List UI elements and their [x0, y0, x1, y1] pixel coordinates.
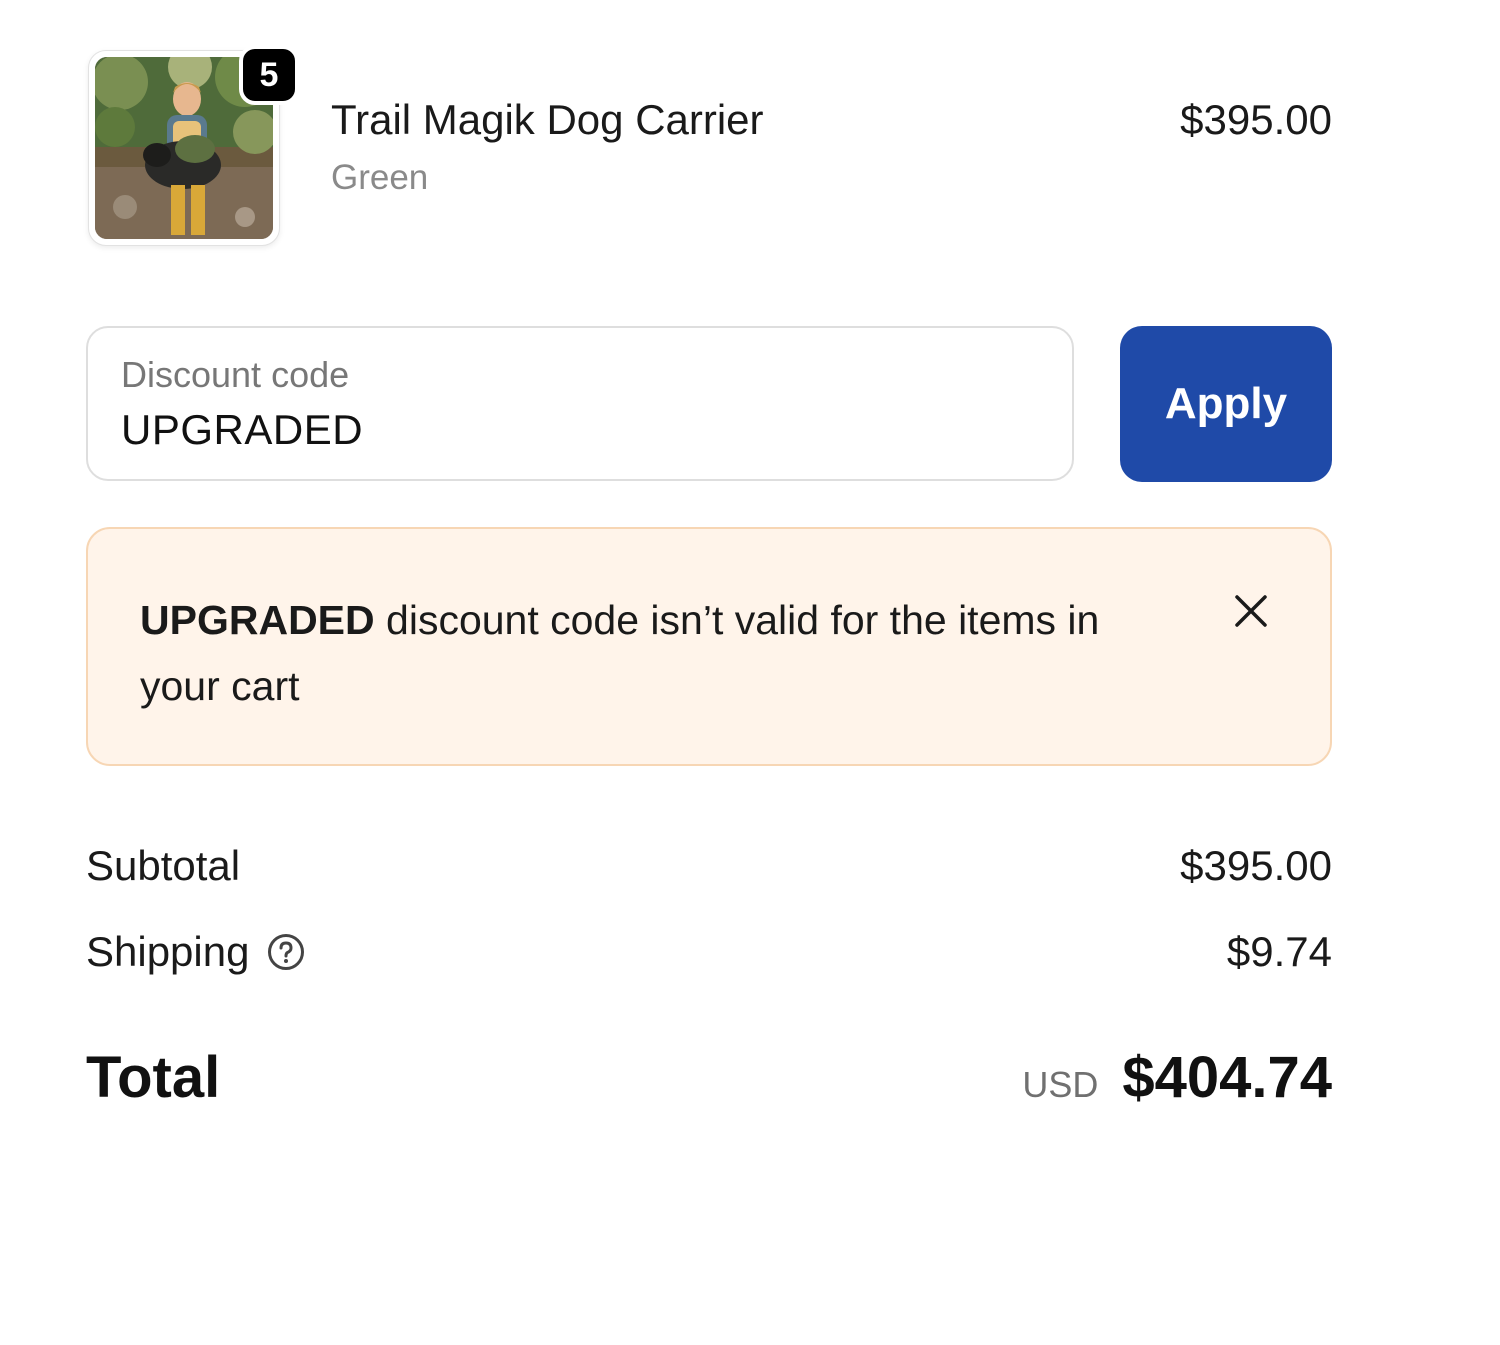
product-thumbnail: 5 [88, 45, 299, 246]
warning-code: UPGRADED [140, 597, 375, 643]
discount-code-field[interactable]: Discount code UPGRADED [86, 326, 1074, 481]
subtotal-label: Subtotal [86, 842, 241, 889]
order-summary: 5 Trail Magik Dog Carrier Green $395.00 … [0, 0, 1500, 1345]
subtotal-value: $395.00 [1180, 842, 1332, 889]
shipping-row: Shipping $9.74 [86, 928, 1332, 988]
cart-line-item: 5 Trail Magik Dog Carrier Green $395.00 [86, 40, 1332, 250]
question-circle-icon[interactable] [267, 933, 305, 971]
apply-discount-button[interactable]: Apply [1120, 326, 1332, 482]
close-icon[interactable] [1233, 593, 1269, 629]
discount-warning-banner: UPGRADED discount code isn’t valid for t… [86, 527, 1332, 766]
total-value: $404.74 [1122, 1045, 1332, 1110]
discount-code-label: Discount code [121, 354, 350, 395]
total-amount-group: USD $404.74 [1022, 1044, 1332, 1111]
product-variant: Green [331, 158, 429, 197]
total-label: Total [86, 1045, 221, 1110]
product-name: Trail Magik Dog Carrier [331, 96, 764, 143]
shipping-value: $9.74 [1226, 928, 1332, 975]
shipping-label: Shipping [86, 928, 250, 975]
subtotal-row: Subtotal $395.00 [86, 842, 1332, 902]
discount-code-input[interactable]: UPGRADED [121, 406, 363, 454]
warning-message: UPGRADED discount code isn’t valid for t… [140, 587, 1140, 719]
currency-code: USD [1022, 1064, 1099, 1105]
shipping-label-group: Shipping [86, 928, 305, 976]
product-price: $395.00 [1180, 96, 1332, 143]
quantity-badge: 5 [239, 45, 299, 105]
